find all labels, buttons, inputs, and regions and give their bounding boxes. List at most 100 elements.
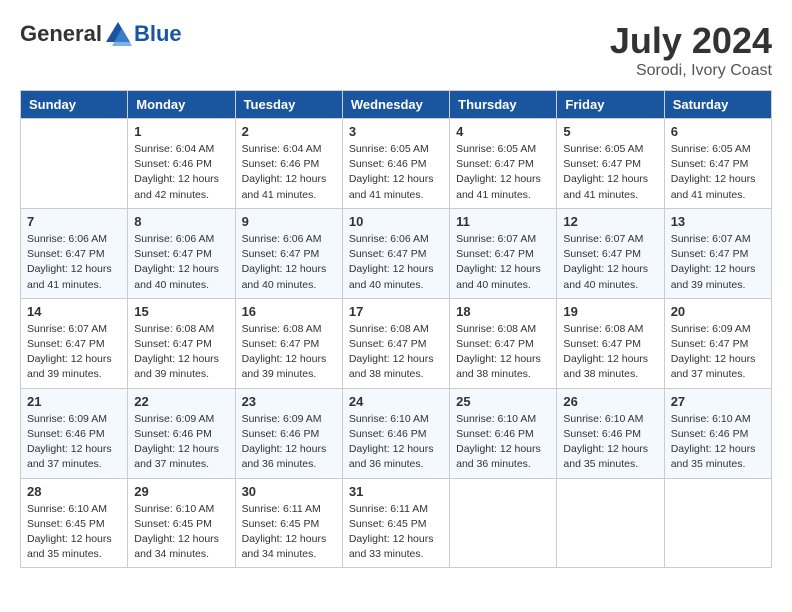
day-number: 25: [456, 394, 550, 409]
day-number: 1: [134, 124, 228, 139]
calendar-week-row: 14 Sunrise: 6:07 AM Sunset: 6:47 PM Dayli…: [21, 298, 772, 388]
calendar-cell: [664, 478, 771, 568]
day-info: Sunrise: 6:07 AM Sunset: 6:47 PM Dayligh…: [27, 322, 121, 383]
day-info: Sunrise: 6:09 AM Sunset: 6:46 PM Dayligh…: [134, 412, 228, 473]
day-info: Sunrise: 6:06 AM Sunset: 6:47 PM Dayligh…: [349, 232, 443, 293]
day-info: Sunrise: 6:10 AM Sunset: 6:46 PM Dayligh…: [349, 412, 443, 473]
day-info: Sunrise: 6:06 AM Sunset: 6:47 PM Dayligh…: [242, 232, 336, 293]
calendar-day-header: Wednesday: [342, 91, 449, 119]
day-number: 28: [27, 484, 121, 499]
calendar-cell: 22 Sunrise: 6:09 AM Sunset: 6:46 PM Dayli…: [128, 388, 235, 478]
logo-blue-text: Blue: [134, 21, 182, 47]
calendar-cell: 18 Sunrise: 6:08 AM Sunset: 6:47 PM Dayli…: [450, 298, 557, 388]
day-info: Sunrise: 6:08 AM Sunset: 6:47 PM Dayligh…: [563, 322, 657, 383]
calendar-cell: 9 Sunrise: 6:06 AM Sunset: 6:47 PM Daylig…: [235, 208, 342, 298]
day-number: 8: [134, 214, 228, 229]
day-number: 6: [671, 124, 765, 139]
day-info: Sunrise: 6:10 AM Sunset: 6:45 PM Dayligh…: [134, 502, 228, 563]
day-info: Sunrise: 6:05 AM Sunset: 6:47 PM Dayligh…: [563, 142, 657, 203]
logo: General Blue: [20, 20, 182, 48]
calendar-week-row: 1 Sunrise: 6:04 AM Sunset: 6:46 PM Daylig…: [21, 119, 772, 209]
day-number: 22: [134, 394, 228, 409]
day-info: Sunrise: 6:11 AM Sunset: 6:45 PM Dayligh…: [242, 502, 336, 563]
day-number: 5: [563, 124, 657, 139]
day-number: 17: [349, 304, 443, 319]
calendar-header-row: SundayMondayTuesdayWednesdayThursdayFrid…: [21, 91, 772, 119]
day-number: 12: [563, 214, 657, 229]
day-number: 21: [27, 394, 121, 409]
day-info: Sunrise: 6:05 AM Sunset: 6:46 PM Dayligh…: [349, 142, 443, 203]
day-info: Sunrise: 6:08 AM Sunset: 6:47 PM Dayligh…: [349, 322, 443, 383]
day-number: 27: [671, 394, 765, 409]
calendar-day-header: Friday: [557, 91, 664, 119]
calendar-cell: 1 Sunrise: 6:04 AM Sunset: 6:46 PM Daylig…: [128, 119, 235, 209]
day-number: 4: [456, 124, 550, 139]
day-number: 9: [242, 214, 336, 229]
calendar-cell: 12Sunrise: 6:07 AM Sunset: 6:47 PM Dayli…: [557, 208, 664, 298]
calendar-cell: 11Sunrise: 6:07 AM Sunset: 6:47 PM Dayli…: [450, 208, 557, 298]
day-info: Sunrise: 6:04 AM Sunset: 6:46 PM Dayligh…: [242, 142, 336, 203]
calendar-cell: 15Sunrise: 6:08 AM Sunset: 6:47 PM Dayli…: [128, 298, 235, 388]
day-info: Sunrise: 6:10 AM Sunset: 6:45 PM Dayligh…: [27, 502, 121, 563]
calendar-cell: 28 Sunrise: 6:10 AM Sunset: 6:45 PM Dayli…: [21, 478, 128, 568]
day-info: Sunrise: 6:05 AM Sunset: 6:47 PM Dayligh…: [456, 142, 550, 203]
calendar-day-header: Tuesday: [235, 91, 342, 119]
calendar-cell: 30 Sunrise: 6:11 AM Sunset: 6:45 PM Dayli…: [235, 478, 342, 568]
day-number: 11: [456, 214, 550, 229]
day-info: Sunrise: 6:09 AM Sunset: 6:46 PM Dayligh…: [27, 412, 121, 473]
calendar-cell: 29 Sunrise: 6:10 AM Sunset: 6:45 PM Dayli…: [128, 478, 235, 568]
day-number: 29: [134, 484, 228, 499]
day-number: 30: [242, 484, 336, 499]
day-number: 26: [563, 394, 657, 409]
day-number: 7: [27, 214, 121, 229]
day-number: 23: [242, 394, 336, 409]
calendar-table: SundayMondayTuesdayWednesdayThursdayFrid…: [20, 90, 772, 568]
day-info: Sunrise: 6:09 AM Sunset: 6:46 PM Dayligh…: [242, 412, 336, 473]
day-info: Sunrise: 6:10 AM Sunset: 6:46 PM Dayligh…: [456, 412, 550, 473]
calendar-cell: [557, 478, 664, 568]
calendar-week-row: 21 Sunrise: 6:09 AM Sunset: 6:46 PM Dayli…: [21, 388, 772, 478]
day-number: 18: [456, 304, 550, 319]
calendar-day-header: Monday: [128, 91, 235, 119]
calendar-cell: 25 Sunrise: 6:10 AM Sunset: 6:46 PM Dayli…: [450, 388, 557, 478]
day-number: 15: [134, 304, 228, 319]
location-subtitle: Sorodi, Ivory Coast: [610, 62, 772, 80]
calendar-day-header: Sunday: [21, 91, 128, 119]
calendar-week-row: 7 Sunrise: 6:06 AM Sunset: 6:47 PM Daylig…: [21, 208, 772, 298]
day-number: 3: [349, 124, 443, 139]
calendar-cell: 2Sunrise: 6:04 AM Sunset: 6:46 PM Daylig…: [235, 119, 342, 209]
day-info: Sunrise: 6:05 AM Sunset: 6:47 PM Dayligh…: [671, 142, 765, 203]
calendar-cell: 21 Sunrise: 6:09 AM Sunset: 6:46 PM Dayli…: [21, 388, 128, 478]
day-info: Sunrise: 6:04 AM Sunset: 6:46 PM Dayligh…: [134, 142, 228, 203]
logo-general-text: General: [20, 21, 102, 47]
calendar-week-row: 28 Sunrise: 6:10 AM Sunset: 6:45 PM Dayli…: [21, 478, 772, 568]
day-info: Sunrise: 6:09 AM Sunset: 6:47 PM Dayligh…: [671, 322, 765, 383]
day-number: 10: [349, 214, 443, 229]
calendar-cell: 7Sunrise: 6:06 AM Sunset: 6:47 PM Daylig…: [21, 208, 128, 298]
calendar-cell: 23 Sunrise: 6:09 AM Sunset: 6:46 PM Dayli…: [235, 388, 342, 478]
day-info: Sunrise: 6:10 AM Sunset: 6:46 PM Dayligh…: [671, 412, 765, 473]
calendar-cell: 6 Sunrise: 6:05 AM Sunset: 6:47 PM Daylig…: [664, 119, 771, 209]
day-number: 31: [349, 484, 443, 499]
calendar-cell: 5 Sunrise: 6:05 AM Sunset: 6:47 PM Daylig…: [557, 119, 664, 209]
day-info: Sunrise: 6:08 AM Sunset: 6:47 PM Dayligh…: [242, 322, 336, 383]
calendar-cell: 19 Sunrise: 6:08 AM Sunset: 6:47 PM Dayli…: [557, 298, 664, 388]
day-number: 24: [349, 394, 443, 409]
calendar-cell: 16Sunrise: 6:08 AM Sunset: 6:47 PM Dayli…: [235, 298, 342, 388]
calendar-cell: 3 Sunrise: 6:05 AM Sunset: 6:46 PM Daylig…: [342, 119, 449, 209]
day-info: Sunrise: 6:07 AM Sunset: 6:47 PM Dayligh…: [671, 232, 765, 293]
calendar-cell: 4 Sunrise: 6:05 AM Sunset: 6:47 PM Daylig…: [450, 119, 557, 209]
day-number: 20: [671, 304, 765, 319]
calendar-cell: 27 Sunrise: 6:10 AM Sunset: 6:46 PM Dayli…: [664, 388, 771, 478]
day-info: Sunrise: 6:08 AM Sunset: 6:47 PM Dayligh…: [456, 322, 550, 383]
calendar-cell: 26Sunrise: 6:10 AM Sunset: 6:46 PM Dayli…: [557, 388, 664, 478]
month-year-title: July 2024: [610, 20, 772, 62]
calendar-cell: 14 Sunrise: 6:07 AM Sunset: 6:47 PM Dayli…: [21, 298, 128, 388]
day-number: 13: [671, 214, 765, 229]
day-number: 19: [563, 304, 657, 319]
calendar-day-header: Saturday: [664, 91, 771, 119]
calendar-cell: 17 Sunrise: 6:08 AM Sunset: 6:47 PM Dayli…: [342, 298, 449, 388]
logo-icon: [104, 20, 132, 48]
day-number: 14: [27, 304, 121, 319]
calendar-cell: [450, 478, 557, 568]
